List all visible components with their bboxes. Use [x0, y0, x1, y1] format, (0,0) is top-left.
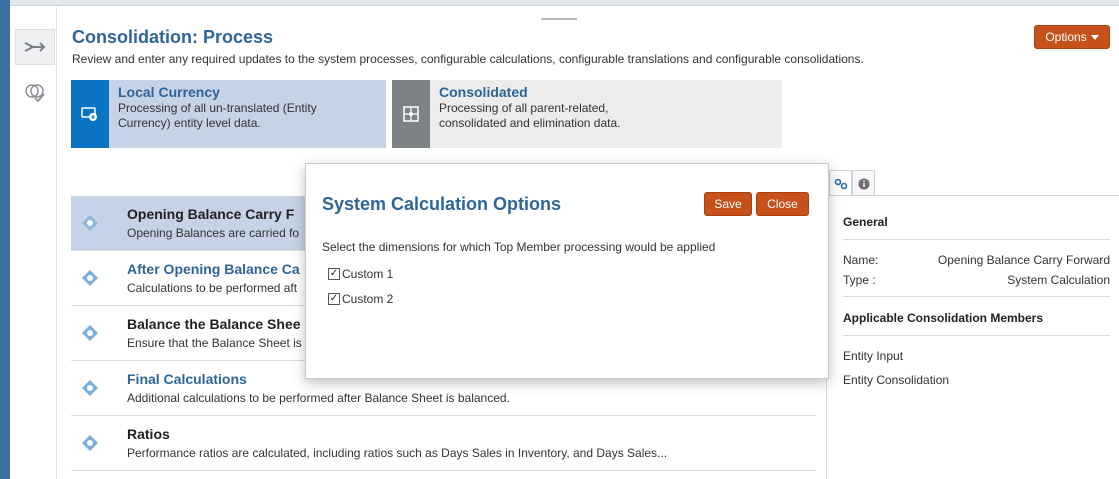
name-label: Name:: [843, 253, 879, 267]
options-label: Options: [1045, 30, 1087, 44]
save-button[interactable]: Save: [704, 192, 752, 216]
top-border: [10, 0, 1119, 6]
properties-panel: General Name: Opening Balance Carry Forw…: [843, 196, 1110, 392]
row-desc: Ensure that the Balance Sheet is: [127, 336, 302, 350]
gear-diamond-icon: [82, 380, 98, 396]
rail-validate-button[interactable]: [15, 75, 55, 111]
name-property: Name: Opening Balance Carry Forward: [843, 250, 1110, 270]
panel-tabs: [829, 170, 875, 196]
list-item[interactable]: Ratios Performance ratios are calculated…: [71, 416, 816, 471]
caret-down-icon: [1090, 34, 1099, 40]
tile-title: Consolidated: [439, 84, 528, 100]
page-title: Consolidation: Process: [72, 27, 274, 47]
row-desc: Opening Balances are carried fo: [127, 226, 300, 240]
custom1-label: Custom 1: [342, 267, 394, 281]
window-edge: [0, 0, 10, 479]
custom2-option[interactable]: ✓ Custom 2: [328, 292, 393, 306]
row-desc: Calculations to be performed aft: [127, 281, 298, 295]
tile-title: Local Currency: [118, 84, 220, 100]
row-title: Ratios: [127, 426, 170, 442]
member-item: Entity Consolidation: [843, 373, 950, 387]
member-item: Entity Input: [843, 349, 904, 363]
info-icon: [858, 178, 869, 189]
tab-info[interactable]: [852, 170, 875, 196]
tile-desc-line: Currency) entity level data.: [118, 116, 261, 130]
row-title: Opening Balance Carry F: [127, 206, 295, 222]
options-button[interactable]: Options: [1034, 25, 1110, 49]
side-rail: [10, 7, 57, 479]
row-desc: Performance ratios are calculated, inclu…: [127, 446, 668, 460]
gear-diamond-icon: [82, 215, 98, 231]
custom2-label: Custom 2: [342, 292, 394, 306]
row-title: Balance the Balance Shee: [127, 316, 301, 332]
members-heading: Applicable Consolidation Members: [843, 311, 1110, 336]
general-heading: General: [843, 215, 1110, 240]
type-value: System Calculation: [1007, 273, 1110, 287]
tile-consolidated[interactable]: Consolidated Processing of all parent-re…: [392, 80, 782, 148]
system-calculation-options-dialog: System Calculation Options Save Close Se…: [305, 163, 829, 379]
drag-handle[interactable]: [541, 18, 577, 20]
custom1-option[interactable]: ✓ Custom 1: [328, 267, 393, 281]
rail-process-button[interactable]: [15, 29, 55, 65]
row-title[interactable]: Final Calculations: [127, 371, 247, 387]
row-desc: Additional calculations to be performed …: [127, 391, 510, 405]
arrow-merge-icon: [24, 42, 46, 52]
gear-diamond-icon: [82, 270, 98, 286]
gear-diamond-icon: [82, 435, 98, 451]
tile-local-currency[interactable]: Local Currency Processing of all un-tran…: [71, 80, 386, 148]
tab-options[interactable]: [829, 170, 852, 196]
type-property: Type : System Calculation: [843, 270, 1110, 290]
type-label: Type :: [843, 273, 876, 287]
dialog-instruction: Select the dimensions for which Top Memb…: [322, 240, 716, 254]
custom1-checkbox[interactable]: ✓: [328, 268, 340, 280]
page-subtitle: Review and enter any required updates to…: [72, 52, 864, 66]
check-circles-icon: [25, 84, 45, 103]
tile-desc-line: Processing of all un-translated (Entity: [118, 101, 317, 115]
dialog-title: System Calculation Options: [322, 194, 562, 214]
gears-icon: [834, 178, 847, 189]
tile-desc-line: consolidated and elimination data.: [439, 116, 621, 130]
name-value: Opening Balance Carry Forward: [937, 253, 1110, 267]
tile-desc-line: Processing of all parent-related,: [439, 101, 609, 115]
custom2-checkbox[interactable]: ✓: [328, 293, 340, 305]
puzzle-icon: [392, 80, 430, 148]
close-button[interactable]: Close: [756, 192, 809, 216]
general-properties: Name: Opening Balance Carry Forward Type…: [843, 240, 1110, 297]
gear-diamond-icon: [82, 325, 98, 341]
row-title[interactable]: After Opening Balance Ca: [127, 261, 300, 277]
currency-icon: [71, 80, 109, 148]
